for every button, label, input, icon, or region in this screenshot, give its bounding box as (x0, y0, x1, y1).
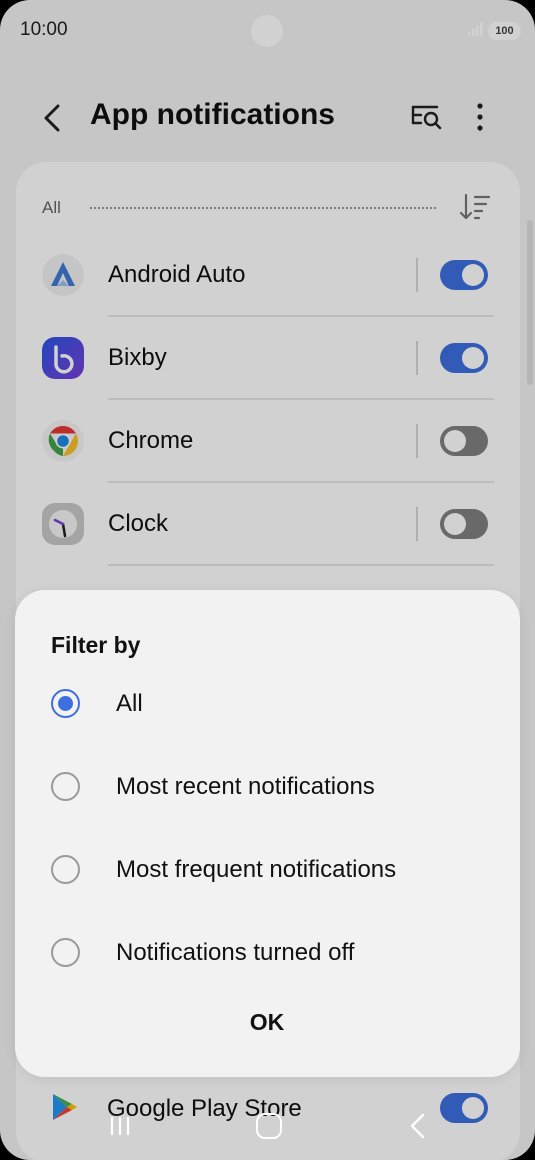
phone-screen: 10:00 100 App notifications All Android … (0, 0, 535, 1160)
dialog-title: Filter by (51, 632, 141, 658)
option-label: Most recent notifications (116, 773, 375, 800)
option-label: All (116, 690, 143, 717)
home-icon[interactable] (256, 1113, 282, 1139)
filter-option-most-frequent[interactable]: Most frequent notifications (15, 834, 520, 904)
option-label: Most frequent notifications (116, 856, 397, 883)
filter-option-turned-off[interactable]: Notifications turned off (15, 917, 520, 987)
radio-button[interactable] (51, 855, 80, 884)
filter-option-all[interactable]: All (15, 668, 520, 738)
navigation-bar (0, 1100, 535, 1160)
ok-button[interactable]: OK (217, 1002, 317, 1042)
radio-button[interactable] (51, 689, 80, 718)
option-label: Notifications turned off (116, 939, 355, 966)
filter-option-most-recent[interactable]: Most recent notifications (15, 751, 520, 821)
nav-back-icon[interactable] (408, 1112, 428, 1140)
radio-button[interactable] (51, 772, 80, 801)
recent-apps-icon[interactable] (108, 1114, 132, 1138)
radio-button[interactable] (51, 938, 80, 967)
filter-dialog: Filter by All Most recent notifications … (15, 590, 520, 1077)
